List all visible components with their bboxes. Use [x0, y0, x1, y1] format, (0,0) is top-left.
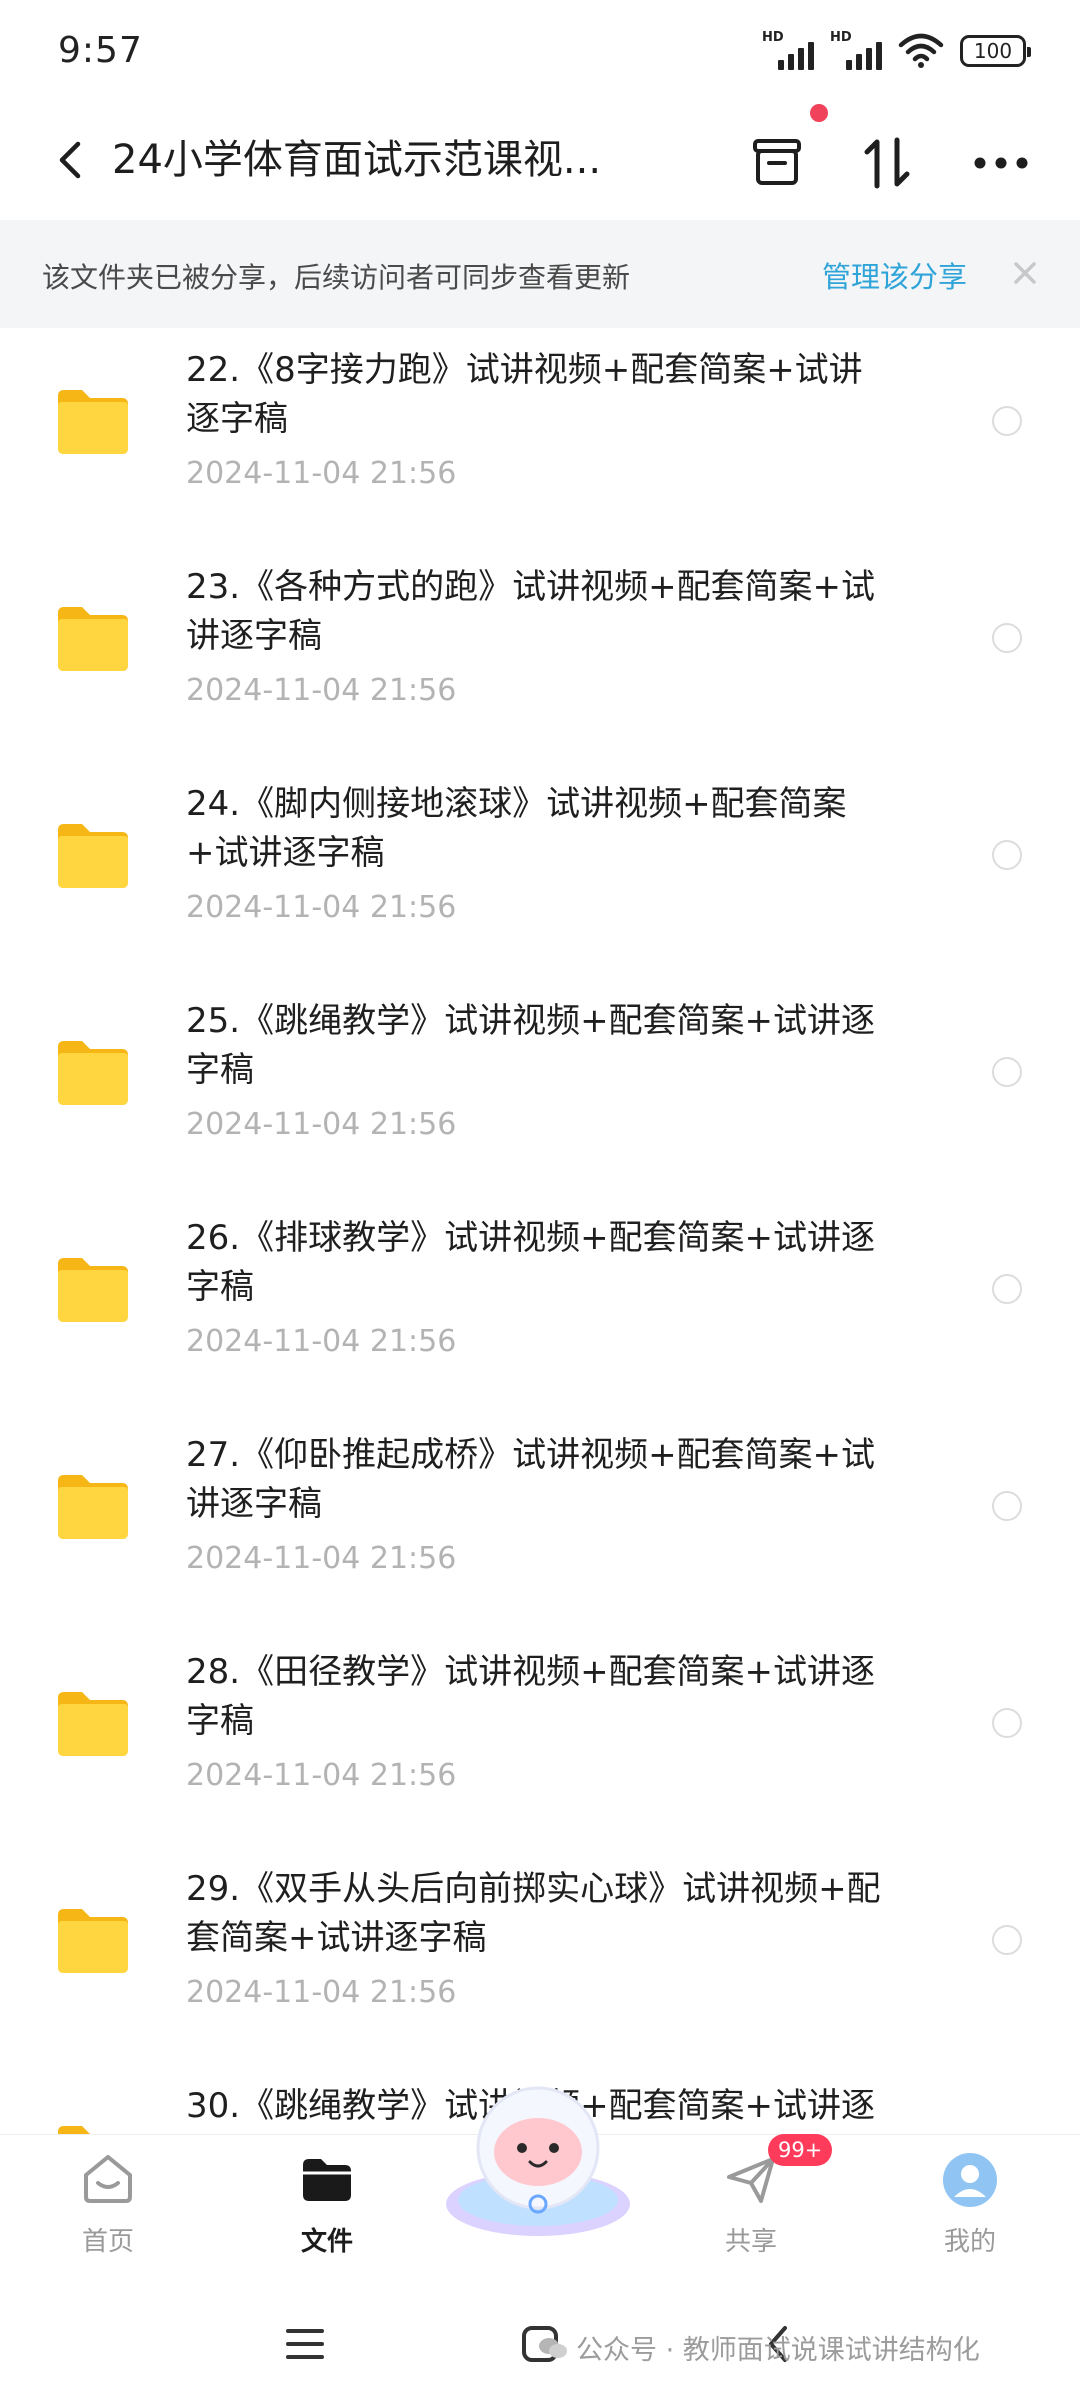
menu-icon — [286, 2329, 324, 2359]
folder-icon — [303, 2159, 351, 2201]
list-item[interactable]: 24.《脚内侧接地滚球》试讲视频+配套简案 +试讲逐字稿 2024-11-04 2… — [0, 762, 1080, 979]
file-title: 29.《双手从头后向前掷实心球》试讲视频+配 套简案+试讲逐字稿 — [186, 1869, 881, 1958]
list-item[interactable]: 25.《跳绳教学》试讲视频+配套简案+试讲逐 字稿 2024-11-04 21:5… — [0, 979, 1080, 1196]
select-radio[interactable] — [992, 623, 1022, 653]
header: 24小学体育面试示范课视... — [0, 104, 1080, 220]
notification-dot — [810, 104, 828, 122]
folder-icon — [58, 824, 128, 888]
archive-icon — [753, 139, 801, 185]
select-radio[interactable] — [992, 1057, 1022, 1087]
select-radio[interactable] — [992, 1708, 1022, 1738]
back-button[interactable] — [40, 128, 100, 192]
folder-icon — [58, 2126, 122, 2134]
status-icons: HD HD 100 — [762, 30, 1031, 70]
banner-close-button[interactable] — [1000, 248, 1050, 298]
folder-icon — [58, 1258, 128, 1322]
file-date: 2024-11-04 21:56 — [186, 1975, 457, 2010]
tab-home[interactable]: 首页 — [38, 2135, 178, 2287]
file-title: 26.《排球教学》试讲视频+配套简案+试讲逐 字稿 — [186, 1218, 876, 1307]
select-radio[interactable] — [992, 1274, 1022, 1304]
signal-icon-2: HD — [830, 30, 882, 70]
share-banner: 该文件夹已被分享，后续访问者可同步查看更新 管理该分享 — [0, 220, 1080, 328]
battery-icon: 100 — [960, 35, 1031, 67]
wechat-icon — [539, 2337, 567, 2358]
list-item[interactable]: 26.《排球教学》试讲视频+配套简案+试讲逐 字稿 2024-11-04 21:5… — [0, 1196, 1080, 1413]
status-time: 9:57 — [58, 30, 143, 71]
sort-icon — [864, 137, 910, 189]
list-item[interactable]: 23.《各种方式的跑》试讲视频+配套简案+试 讲逐字稿 2024-11-04 21… — [0, 545, 1080, 762]
chevron-left-icon — [59, 141, 81, 179]
mascot-icon — [446, 2086, 630, 2236]
tab-mine-label: 我的 — [943, 2227, 996, 2257]
menu-button[interactable] — [275, 2316, 335, 2372]
assistant-mascot-button[interactable] — [440, 2078, 636, 2240]
tab-files-label: 文件 — [300, 2227, 353, 2257]
file-date: 2024-11-04 21:56 — [186, 890, 457, 925]
banner-text: 该文件夹已被分享，后续访问者可同步查看更新 — [42, 261, 631, 294]
select-radio[interactable] — [992, 840, 1022, 870]
file-date: 2024-11-04 21:56 — [186, 673, 457, 708]
select-radio[interactable] — [992, 1491, 1022, 1521]
list-item[interactable]: 28.《田径教学》试讲视频+配套简案+试讲逐 字稿 2024-11-04 21:5… — [0, 1630, 1080, 1847]
file-title: 22.《8字接力跑》试讲视频+配套简案+试讲 逐字稿 — [186, 350, 863, 439]
file-date: 2024-11-04 21:56 — [186, 1541, 457, 1576]
file-title: 24.《脚内侧接地滚球》试讲视频+配套简案 +试讲逐字稿 — [186, 784, 847, 873]
file-date: 2024-11-04 21:56 — [186, 1758, 457, 1793]
avatar-icon — [943, 2153, 997, 2207]
file-title: 28.《田径教学》试讲视频+配套简案+试讲逐 字稿 — [186, 1652, 876, 1741]
list-item[interactable]: 29.《双手从头后向前掷实心球》试讲视频+配 套简案+试讲逐字稿 2024-11-… — [0, 1847, 1080, 2064]
select-radio[interactable] — [992, 1925, 1022, 1955]
app-root: 9:57 HD HD 100 24小学体育面试示范课视... 该文件夹已被分享，… — [0, 0, 1080, 2401]
tab-share-label: 共享 — [724, 2227, 777, 2257]
file-title: 25.《跳绳教学》试讲视频+配套简案+试讲逐 字稿 — [186, 1001, 876, 1090]
system-nav: 公众号 · 教师面试说课试讲结构化 — [0, 2286, 1080, 2401]
folder-icon — [58, 1909, 128, 1973]
signal-icon: HD — [762, 30, 814, 70]
tab-home-label: 首页 — [81, 2227, 134, 2257]
manage-share-link[interactable]: 管理该分享 — [822, 254, 967, 296]
folder-icon — [58, 1041, 128, 1105]
file-list: 22.《8字接力跑》试讲视频+配套简案+试讲 逐字稿 2024-11-04 21:… — [0, 328, 1080, 2134]
more-icon — [974, 157, 1028, 169]
select-radio[interactable] — [992, 406, 1022, 436]
page-title: 24小学体育面试示范课视... — [112, 137, 602, 183]
archive-button[interactable] — [742, 128, 812, 198]
file-title: 23.《各种方式的跑》试讲视频+配套简案+试 讲逐字稿 — [186, 567, 876, 656]
file-date: 2024-11-04 21:56 — [186, 1107, 457, 1142]
tab-mine[interactable]: 我的 — [900, 2135, 1040, 2287]
folder-icon — [58, 607, 128, 671]
close-icon — [1014, 262, 1036, 284]
list-item[interactable]: 22.《8字接力跑》试讲视频+配套简案+试讲 逐字稿 2024-11-04 21:… — [0, 328, 1080, 545]
watermark: 公众号 · 教师面试说课试讲结构化 — [538, 2328, 980, 2367]
file-title: 27.《仰卧推起成桥》试讲视频+配套简案+试 讲逐字稿 — [186, 1435, 876, 1524]
tab-files[interactable]: 文件 — [257, 2135, 397, 2287]
list-item[interactable]: 27.《仰卧推起成桥》试讲视频+配套简案+试 讲逐字稿 2024-11-04 21… — [0, 1413, 1080, 1630]
sort-button[interactable] — [852, 128, 922, 198]
watermark-text: 公众号 · 教师面试说课试讲结构化 — [576, 2335, 980, 2366]
folder-icon — [58, 1692, 128, 1756]
more-button[interactable] — [966, 128, 1036, 198]
file-date: 2024-11-04 21:56 — [186, 1324, 457, 1359]
battery-level: 100 — [973, 39, 1013, 63]
wifi-icon — [898, 33, 944, 68]
folder-icon — [58, 1475, 128, 1539]
status-bar: 9:57 HD HD 100 — [0, 0, 1080, 104]
file-date: 2024-11-04 21:56 — [186, 456, 457, 491]
folder-icon — [58, 390, 128, 454]
share-badge: 99+ — [768, 2134, 833, 2166]
home-icon — [84, 2155, 132, 2203]
